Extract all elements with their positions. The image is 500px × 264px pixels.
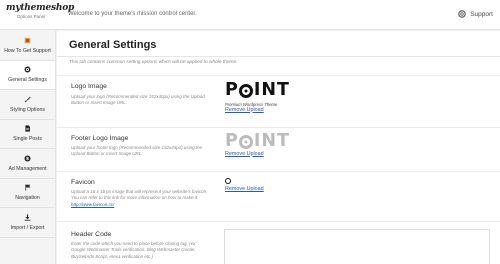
- document-icon: [25, 125, 30, 132]
- download-icon: [24, 214, 31, 221]
- point-o-glyph: [239, 83, 254, 98]
- flag-icon: [25, 184, 31, 191]
- logo-image-preview: P INT Premium Wordpress Theme Remove Uplo…: [225, 80, 290, 113]
- point-o-glyph: [239, 134, 254, 149]
- sidebar-item-styling-options[interactable]: Styling Options: [0, 90, 55, 120]
- logo-image-title: Logo Image: [71, 83, 107, 90]
- sidebar-item-navigation[interactable]: Navigation: [0, 179, 55, 208]
- support-badge-icon: [24, 37, 31, 44]
- favicon-preview: Remove Upload: [225, 178, 264, 192]
- lifebuoy-icon: [458, 10, 466, 18]
- header-code-textarea[interactable]: [224, 229, 490, 264]
- page-title: General Settings: [69, 39, 157, 51]
- header-code-description: Enter the code which you need to place b…: [71, 241, 197, 259]
- footer-logo-description: Upload your footer logo (Recommended siz…: [71, 145, 203, 157]
- logo-sub-text: Options Panel: [16, 14, 46, 19]
- logo-preview-image: P INT: [225, 80, 290, 100]
- svg-text:$: $: [26, 156, 29, 162]
- money-icon: $: [24, 155, 31, 162]
- footer-logo-preview-image: P INT: [225, 131, 290, 151]
- favicon-description-text: Upload a 16 x 16 px image that will repr…: [71, 189, 208, 201]
- sidebar-item-label: Navigation: [15, 195, 40, 202]
- remove-favicon-button[interactable]: Remove Upload: [225, 186, 264, 192]
- settings-panel: General Settings This tab contains commo…: [57, 31, 500, 264]
- favicon-help-link[interactable]: http://www.favicon.cc/: [71, 202, 114, 207]
- brand-logo: mythemeshop Options Panel: [6, 3, 75, 20]
- gear-icon: [24, 66, 31, 73]
- support-link[interactable]: Support: [458, 10, 493, 18]
- logo-image-description: Upload your logo (Recommended size 152x4…: [71, 94, 205, 106]
- divider: [57, 171, 500, 172]
- favicon-preview-icon: [225, 178, 231, 184]
- sidebar-item-label: How To Get Support: [4, 47, 51, 54]
- favicon-description: Upload a 16 x 16 px image that will repr…: [71, 189, 209, 208]
- divider: [57, 75, 500, 76]
- sidebar-item-general-settings[interactable]: General Settings: [0, 60, 55, 90]
- remove-footer-logo-button[interactable]: Remove Upload: [225, 151, 290, 157]
- favicon-title: Favicon: [71, 179, 95, 186]
- footer-logo-title: Footer Logo Image: [71, 135, 129, 142]
- sidebar-item-import-export[interactable]: Import / Export: [0, 208, 55, 238]
- sidebar-item-how-to-get-support[interactable]: How To Get Support: [0, 31, 55, 61]
- sidebar-item-ad-management[interactable]: $ Ad Management: [0, 149, 55, 179]
- remove-logo-button[interactable]: Remove Upload: [225, 107, 290, 113]
- sidebar-item-label: General Settings: [8, 77, 47, 84]
- divider: [57, 56, 500, 57]
- sidebar-item-label: Ad Management: [8, 165, 47, 172]
- sidebar-item-single-posts[interactable]: Single Posts: [0, 120, 55, 149]
- sidebar-nav: How To Get Support General Settings Styl…: [0, 31, 56, 264]
- divider: [57, 127, 500, 128]
- intro-text: This tab contains common setting options…: [69, 60, 238, 65]
- brush-icon: [24, 96, 31, 103]
- sidebar-item-label: Styling Options: [10, 106, 45, 113]
- welcome-message: Welcome to your theme's mission control …: [68, 11, 197, 17]
- header-code-title: Header Code: [71, 231, 112, 238]
- top-bar: mythemeshop Options Panel Welcome to you…: [0, 0, 500, 30]
- support-label: Support: [470, 10, 493, 18]
- sidebar-item-label: Single Posts: [13, 136, 42, 143]
- divider: [57, 221, 500, 222]
- logo-main-text: mythemeshop: [6, 3, 75, 13]
- footer-logo-preview: P INT Remove Upload: [225, 131, 290, 157]
- sidebar-item-label: Import / Export: [10, 224, 45, 231]
